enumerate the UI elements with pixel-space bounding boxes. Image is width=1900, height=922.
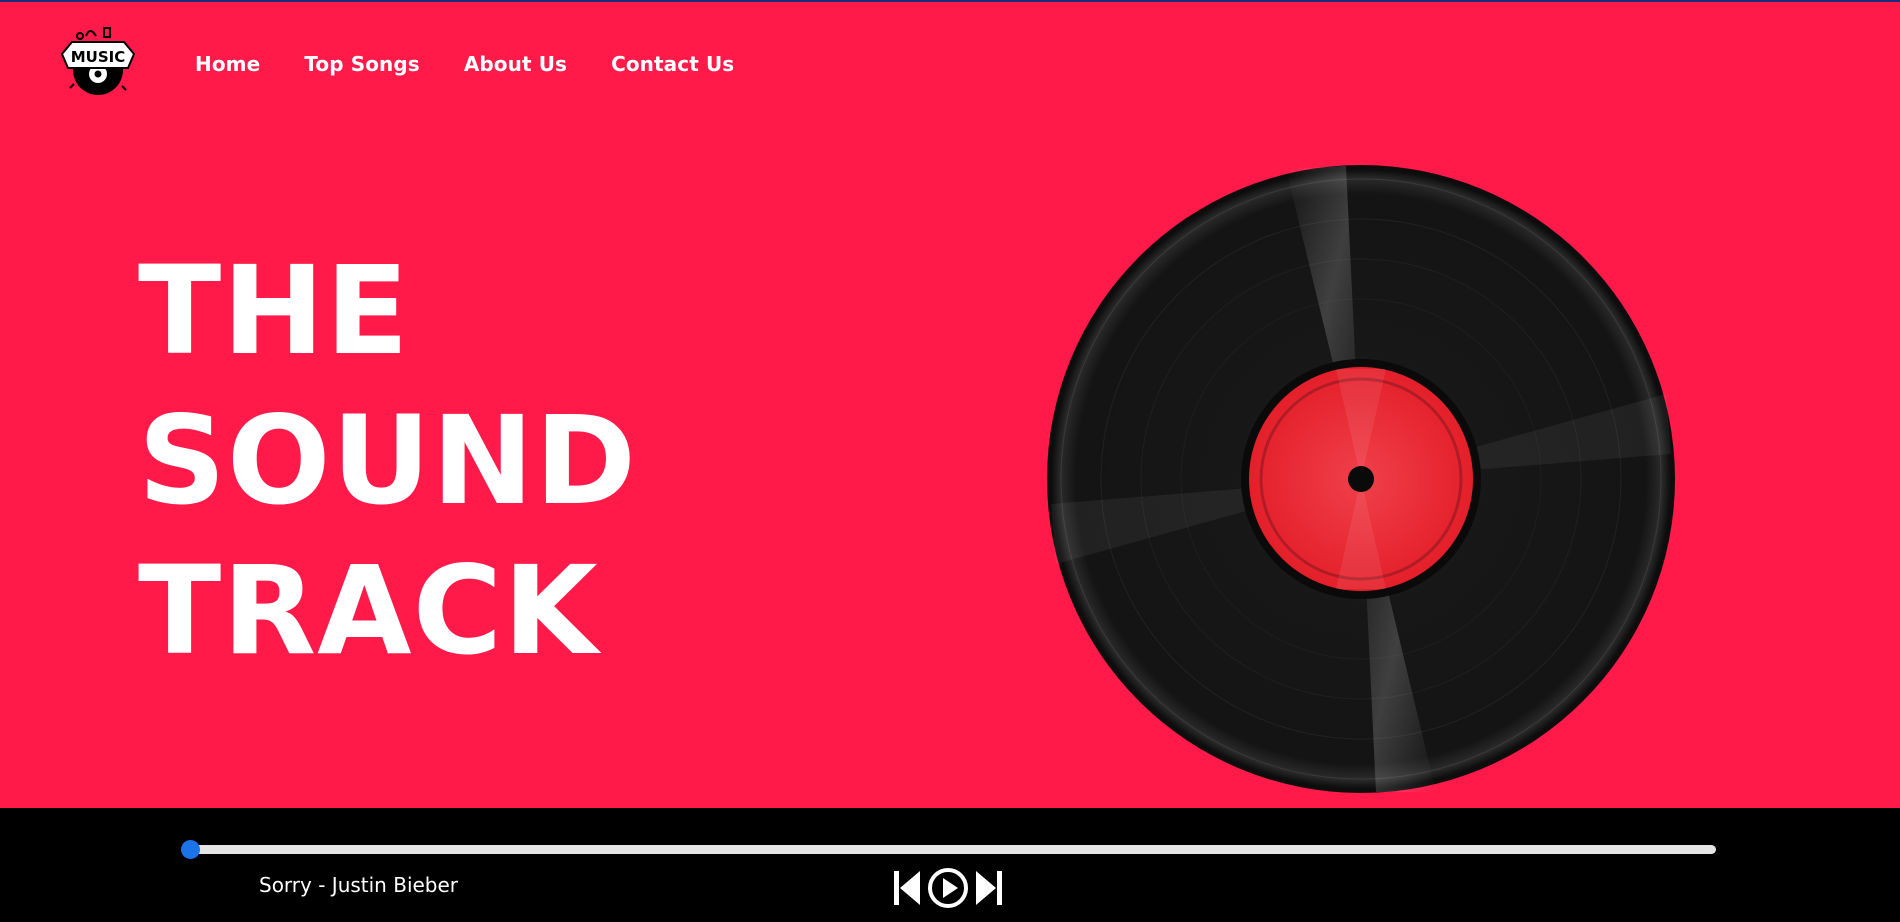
hero-headline: THE SOUND TRACK bbox=[138, 236, 637, 686]
progress-slider[interactable] bbox=[181, 840, 1716, 859]
vinyl-record-image bbox=[1047, 165, 1675, 793]
nav-contact-us[interactable]: Contact Us bbox=[611, 52, 734, 76]
progress-thumb[interactable] bbox=[181, 840, 200, 859]
music-player-bar: Sorry - Justin Bieber bbox=[0, 808, 1900, 922]
play-icon[interactable] bbox=[926, 866, 970, 910]
previous-icon[interactable] bbox=[892, 868, 922, 908]
svg-text:MUSIC: MUSIC bbox=[71, 48, 126, 66]
playback-controls bbox=[892, 866, 1004, 910]
top-border bbox=[0, 0, 1900, 2]
headline-line-3: TRACK bbox=[138, 540, 599, 682]
nav-home[interactable]: Home bbox=[195, 52, 260, 76]
music-logo[interactable]: MUSIC bbox=[56, 24, 140, 102]
headline-line-2: SOUND bbox=[138, 390, 638, 532]
next-icon[interactable] bbox=[974, 868, 1004, 908]
main-nav: Home Top Songs About Us Contact Us bbox=[195, 52, 734, 76]
current-song-title: Sorry - Justin Bieber bbox=[259, 873, 459, 897]
headline-line-1: THE bbox=[138, 240, 410, 382]
nav-top-songs[interactable]: Top Songs bbox=[304, 52, 420, 76]
nav-about-us[interactable]: About Us bbox=[464, 52, 567, 76]
